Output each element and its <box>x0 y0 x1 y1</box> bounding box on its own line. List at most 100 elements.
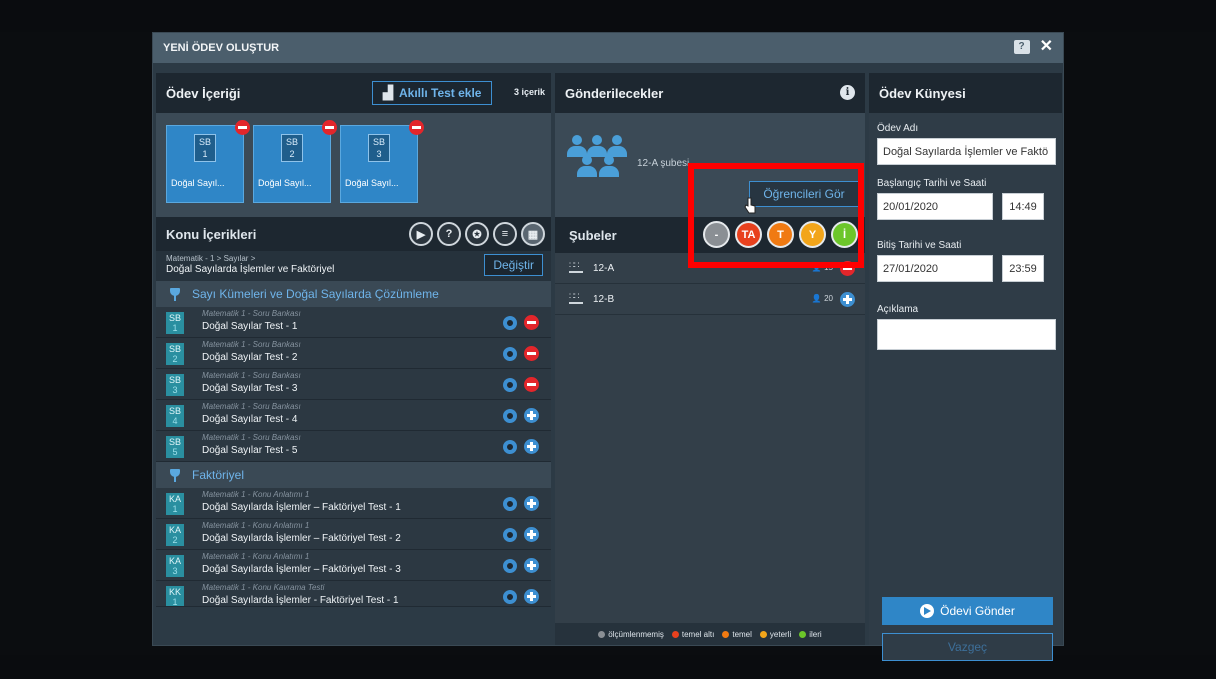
card-tag: SB 3 <box>368 134 390 162</box>
level-filter-below-basic[interactable]: TA <box>735 221 762 248</box>
item-source: Matematik 1 - Soru Bankası <box>202 402 301 411</box>
send-homework-label: Ödevi Gönder <box>940 604 1015 618</box>
item-tag: SB 3 <box>166 374 184 396</box>
card-label: Doğal Sayıl... <box>258 178 312 188</box>
legend-item: ölçümlenmemiş <box>598 630 664 639</box>
recipients-area: 12-A şubesi Öğrencileri Gör <box>555 113 865 217</box>
class-name: 12-B <box>593 293 615 305</box>
grid-icon[interactable]: ▦ <box>521 222 545 246</box>
end-date-input[interactable]: 27/01/2020 <box>877 255 993 282</box>
student-count: 👤 20 <box>811 294 833 303</box>
badge-icon[interactable]: ✪ <box>465 222 489 246</box>
selected-content-cards: SB 1 Doğal Sayıl... SB 2 Doğal Sayıl... SB… <box>156 113 551 217</box>
remove-icon[interactable] <box>524 377 539 392</box>
list-item[interactable]: SB 4 Matematik 1 - Soru Bankası Doğal Say… <box>156 400 551 431</box>
content-card[interactable]: SB 1 Doğal Sayıl... <box>166 120 250 203</box>
add-icon[interactable] <box>524 439 539 454</box>
send-homework-button[interactable]: Ödevi Gönder <box>882 597 1053 625</box>
breadcrumb: Matematik - 1 > Sayılar > Doğal Sayılard… <box>156 251 551 281</box>
card-tag: SB 2 <box>281 134 303 162</box>
eye-icon[interactable] <box>503 409 517 423</box>
section-header[interactable]: Sayı Kümeleri ve Doğal Sayılarda Çözümle… <box>156 281 551 307</box>
legend-item: ileri <box>799 630 822 639</box>
list-item[interactable]: SB 2 Matematik 1 - Soru Bankası Doğal Say… <box>156 338 551 369</box>
start-date-input[interactable]: 20/01/2020 <box>877 193 993 220</box>
content-card[interactable]: SB 2 Doğal Sayıl... <box>253 120 337 203</box>
info-icon[interactable]: i <box>840 85 855 100</box>
list-item[interactable]: KK 1 Matematik 1 - Konu Kavrama Testi Doğ… <box>156 581 551 607</box>
item-tag: SB 4 <box>166 405 184 427</box>
item-name: Doğal Sayılar Test - 5 <box>202 445 298 456</box>
kunye-header: Ödev Künyesi <box>869 73 1062 113</box>
level-filters: - TA T Y İ <box>703 221 858 248</box>
level-filter-sufficient[interactable]: Y <box>799 221 826 248</box>
change-topic-button[interactable]: Değiştir <box>484 254 543 276</box>
remove-card-icon[interactable] <box>409 120 424 135</box>
eye-icon[interactable] <box>503 590 517 604</box>
help-icon[interactable]: ? <box>1013 40 1030 54</box>
eye-icon[interactable] <box>503 559 517 573</box>
eye-icon[interactable] <box>503 347 517 361</box>
content-card[interactable]: SB 3 Doğal Sayıl... <box>340 120 424 203</box>
add-class-icon[interactable] <box>840 292 855 307</box>
eye-icon[interactable] <box>503 497 517 511</box>
add-icon[interactable] <box>524 558 539 573</box>
level-filter-basic[interactable]: T <box>767 221 794 248</box>
eye-icon[interactable] <box>503 316 517 330</box>
item-tag: SB 5 <box>166 436 184 458</box>
add-icon[interactable] <box>524 527 539 542</box>
class-row[interactable]: 12-A 👤 15 <box>555 253 865 284</box>
add-icon[interactable] <box>524 496 539 511</box>
subeler-header: Şubeler - TA T Y İ <box>555 217 865 253</box>
remove-icon[interactable] <box>524 346 539 361</box>
add-smart-test-button[interactable]: ▟ Akıllı Test ekle <box>372 81 493 105</box>
list-item[interactable]: SB 5 Matematik 1 - Soru Bankası Doğal Say… <box>156 431 551 462</box>
class-icon <box>569 260 583 273</box>
item-name: Doğal Sayılarda İşlemler – Faktöriyel Te… <box>202 533 401 544</box>
close-icon[interactable]: ✕ <box>1040 39 1053 55</box>
start-time-input[interactable]: 14:49 <box>1002 193 1044 220</box>
kunye-form: Ödev Adı Doğal Sayılarda İşlemler ve Fak… <box>869 113 1062 661</box>
hand-cursor-icon <box>744 197 756 214</box>
item-source: Matematik 1 - Konu Anlatımı 1 <box>202 521 310 530</box>
item-source: Matematik 1 - Konu Anlatımı 1 <box>202 490 310 499</box>
play-icon[interactable]: ▶ <box>409 222 433 246</box>
class-icon <box>569 291 583 304</box>
section-title: Faktöriyel <box>192 468 245 482</box>
view-students-button[interactable]: Öğrencileri Gör <box>749 181 859 207</box>
eye-icon[interactable] <box>503 378 517 392</box>
item-tag: KA 1 <box>166 493 184 515</box>
list-item[interactable]: KA 1 Matematik 1 - Konu Anlatımı 1 Doğal … <box>156 488 551 519</box>
document-icon[interactable]: ≡ <box>493 222 517 246</box>
remove-icon[interactable] <box>524 315 539 330</box>
remove-card-icon[interactable] <box>322 120 337 135</box>
group-icon <box>567 135 627 179</box>
eye-icon[interactable] <box>503 528 517 542</box>
end-label: Bitiş Tarihi ve Saati <box>877 240 962 251</box>
item-source: Matematik 1 - Soru Bankası <box>202 371 301 380</box>
list-item[interactable]: KA 2 Matematik 1 - Konu Anlatımı 1 Doğal … <box>156 519 551 550</box>
list-item[interactable]: SB 3 Matematik 1 - Soru Bankası Doğal Say… <box>156 369 551 400</box>
question-icon[interactable]: ? <box>437 222 461 246</box>
cancel-button[interactable]: Vazgeç <box>882 633 1053 661</box>
item-name: Doğal Sayılarda İşlemler – Faktöriyel Te… <box>202 502 401 513</box>
homework-name-input[interactable]: Doğal Sayılarda İşlemler ve Faktö <box>877 138 1056 165</box>
remove-card-icon[interactable] <box>235 120 250 135</box>
left-column: Ödev İçeriği ▟ Akıllı Test ekle 3 içerik… <box>156 73 551 645</box>
gonderilecekler-title: Gönderilecekler <box>565 85 664 101</box>
list-item[interactable]: KA 3 Matematik 1 - Konu Anlatımı 1 Doğal … <box>156 550 551 581</box>
list-item[interactable]: SB 1 Matematik 1 - Soru Bankası Doğal Say… <box>156 307 551 338</box>
section-header[interactable]: Faktöriyel <box>156 462 551 488</box>
odev-icerigi-header: Ödev İçeriği ▟ Akıllı Test ekle 3 içerik <box>156 73 551 113</box>
class-row[interactable]: 12-B 👤 20 <box>555 284 865 315</box>
description-input[interactable] <box>877 319 1056 350</box>
end-time-input[interactable]: 23:59 <box>1002 255 1044 282</box>
eye-icon[interactable] <box>503 440 517 454</box>
add-icon[interactable] <box>524 408 539 423</box>
add-icon[interactable] <box>524 589 539 604</box>
content-count: 3 içerik <box>513 87 545 97</box>
level-filter-unmeasured[interactable]: - <box>703 221 730 248</box>
level-filter-advanced[interactable]: İ <box>831 221 858 248</box>
kunye-title: Ödev Künyesi <box>879 85 966 101</box>
remove-class-icon[interactable] <box>840 261 855 276</box>
